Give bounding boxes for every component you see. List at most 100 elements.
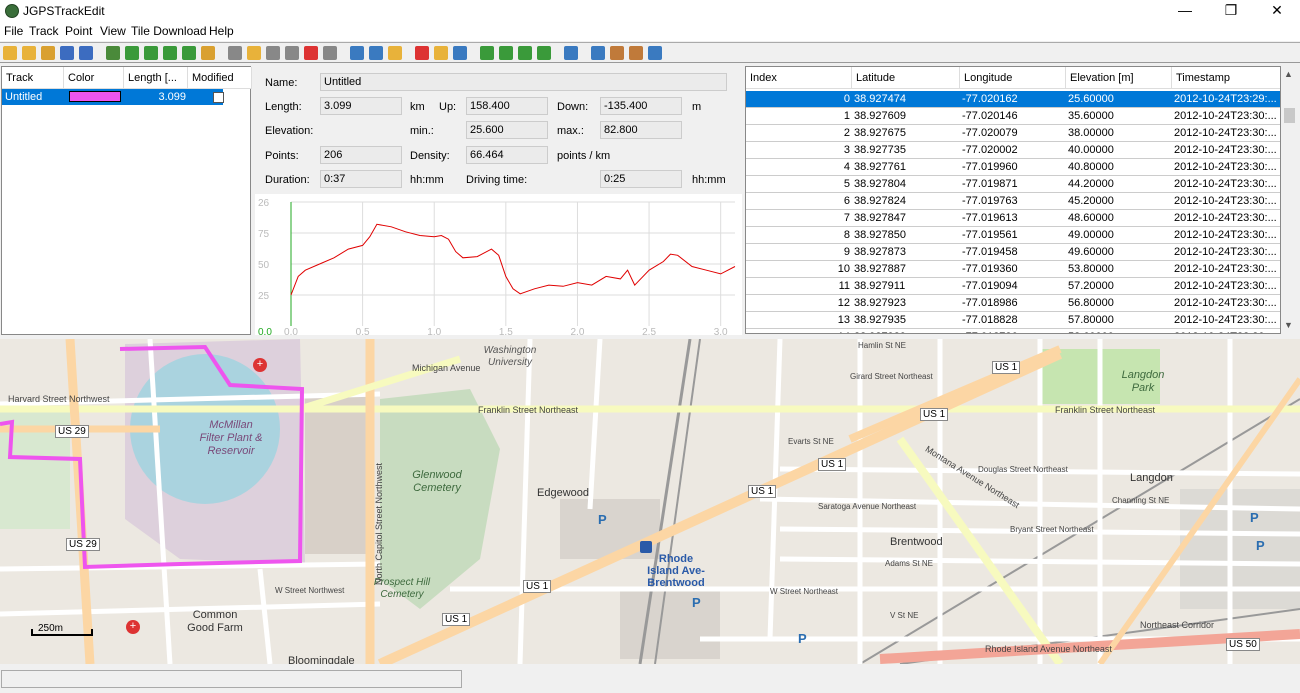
cell-timestamp: 2012-10-24T23:30:... bbox=[1174, 127, 1277, 139]
up-icon[interactable] bbox=[480, 46, 494, 60]
col-timestamp-header[interactable]: Timestamp bbox=[1172, 67, 1280, 89]
track-info-panel: Name: Untitled Length: 3.099 km Up: 158.… bbox=[255, 66, 742, 194]
table-row[interactable]: 9 38.927873 -77.019458 49.60000 2012-10-24T2… bbox=[746, 244, 1280, 261]
scroll-down-arrow[interactable]: ▼ bbox=[1284, 320, 1293, 330]
home-icon[interactable] bbox=[610, 46, 624, 60]
split-icon[interactable] bbox=[144, 46, 158, 60]
home-2-icon[interactable] bbox=[629, 46, 643, 60]
track-color-swatch bbox=[69, 91, 121, 102]
col-color-header[interactable]: Color bbox=[64, 67, 124, 89]
parking-icon-4: P bbox=[1256, 538, 1265, 553]
maximize-button[interactable]: ❐ bbox=[1208, 0, 1254, 22]
edit-icon[interactable] bbox=[247, 46, 261, 60]
table-row[interactable]: 7 38.927847 -77.019613 48.60000 2012-10-24T2… bbox=[746, 210, 1280, 227]
save-icon[interactable] bbox=[60, 46, 74, 60]
table-row[interactable]: 0 38.927474 -77.020162 25.60000 2012-10-24T2… bbox=[746, 91, 1280, 108]
new-icon[interactable] bbox=[3, 46, 17, 60]
table-row[interactable]: 5 38.927804 -77.019871 44.20000 2012-10-24T2… bbox=[746, 176, 1280, 193]
parking-icon-3: P bbox=[1250, 510, 1259, 525]
reverse-icon[interactable] bbox=[125, 46, 139, 60]
cell-elevation: 48.60000 bbox=[1068, 212, 1114, 224]
cell-longitude: -77.019094 bbox=[962, 280, 1018, 292]
col-elevation-header[interactable]: Elevation [m] bbox=[1066, 67, 1172, 89]
table-row[interactable]: 8 38.927850 -77.019561 49.00000 2012-10-24T2… bbox=[746, 227, 1280, 244]
table-row[interactable]: 4 38.927761 -77.019960 40.80000 2012-10-24T2… bbox=[746, 159, 1280, 176]
info-icon[interactable] bbox=[648, 46, 662, 60]
col-index-header[interactable]: Index bbox=[746, 67, 852, 89]
undo-icon[interactable] bbox=[266, 46, 280, 60]
us1-shield-f: US 1 bbox=[992, 361, 1021, 374]
table-row[interactable]: 13 38.927935 -77.018828 57.80000 2012-10-24T… bbox=[746, 312, 1280, 329]
select-icon[interactable] bbox=[106, 46, 120, 60]
map-icon[interactable] bbox=[434, 46, 448, 60]
table-row[interactable]: 11 38.927911 -77.019094 57.20000 2012-10-24T… bbox=[746, 278, 1280, 295]
cell-index: 13 bbox=[837, 314, 850, 326]
cell-latitude: 38.927939 bbox=[854, 331, 958, 333]
table-row[interactable]: 12 38.927923 -77.018986 56.80000 2012-10-24T… bbox=[746, 295, 1280, 312]
table-row[interactable]: 1 38.927609 -77.020146 35.60000 2012-10-24T2… bbox=[746, 108, 1280, 125]
v-street-label: V St NE bbox=[890, 611, 919, 620]
left-icon[interactable] bbox=[537, 46, 551, 60]
scroll-thumb[interactable] bbox=[1284, 108, 1295, 123]
menu-view[interactable]: View bbox=[100, 24, 126, 38]
us1-shield-b: US 1 bbox=[748, 485, 777, 498]
col-track-header[interactable]: Track bbox=[2, 67, 64, 89]
map-view[interactable]: 250m McMillan Filter Plant & Reservoir G… bbox=[0, 339, 1300, 664]
cell-index: 9 bbox=[843, 246, 850, 258]
cell-latitude: 38.927675 bbox=[854, 127, 906, 139]
col-modified-header[interactable]: Modified bbox=[188, 67, 252, 89]
scroll-up-arrow[interactable]: ▲ bbox=[1284, 69, 1293, 79]
table-row[interactable]: 2 38.927675 -77.020079 38.00000 2012-10-24T2… bbox=[746, 125, 1280, 142]
name-field[interactable]: Untitled bbox=[320, 73, 727, 91]
zoom-in-icon[interactable] bbox=[350, 46, 364, 60]
down-icon[interactable] bbox=[518, 46, 532, 60]
track-row[interactable]: Untitled 3.099 bbox=[2, 89, 224, 105]
help-icon[interactable] bbox=[591, 46, 605, 60]
cell-index: 1 bbox=[843, 110, 850, 122]
right-icon[interactable] bbox=[499, 46, 513, 60]
menu-point[interactable]: Point bbox=[65, 24, 92, 38]
col-latitude-header[interactable]: Latitude bbox=[852, 67, 960, 89]
driving-field: 0:25 bbox=[600, 170, 682, 188]
length-label: Length: bbox=[265, 101, 302, 113]
compress-icon[interactable] bbox=[182, 46, 196, 60]
cell-longitude: -77.019561 bbox=[962, 229, 1018, 241]
dot-icon[interactable] bbox=[415, 46, 429, 60]
down-label: Down: bbox=[557, 101, 589, 113]
table-row[interactable]: 3 38.927735 -77.020002 40.00000 2012-10-24T2… bbox=[746, 142, 1280, 159]
menu-tile-download[interactable]: Tile Download bbox=[131, 24, 207, 38]
x-tick-label: 2.5 bbox=[642, 327, 656, 335]
save-as-icon[interactable] bbox=[79, 46, 93, 60]
cell-index: 7 bbox=[843, 212, 850, 224]
cell-latitude: 38.927873 bbox=[854, 246, 906, 258]
col-longitude-header[interactable]: Longitude bbox=[960, 67, 1066, 89]
open-folder-icon[interactable] bbox=[41, 46, 55, 60]
table-row[interactable]: 6 38.927824 -77.019763 45.20000 2012-10-24T2… bbox=[746, 193, 1280, 210]
zoom-out-icon[interactable] bbox=[369, 46, 383, 60]
cut-icon[interactable] bbox=[323, 46, 337, 60]
minimize-button[interactable]: — bbox=[1162, 0, 1208, 22]
table-row[interactable]: 10 38.927887 -77.019360 53.80000 2012-10-24T… bbox=[746, 261, 1280, 278]
delete-point-icon[interactable] bbox=[304, 46, 318, 60]
close-button[interactable]: ✕ bbox=[1254, 0, 1300, 22]
menu-file[interactable]: File bbox=[4, 24, 23, 38]
settings-icon[interactable] bbox=[201, 46, 215, 60]
cell-timestamp: 2012-10-24T23:30:... bbox=[1174, 263, 1277, 275]
min-field: 25.600 bbox=[466, 121, 548, 139]
reservoir-label: McMillan Filter Plant & Reservoir bbox=[199, 419, 263, 457]
open-icon[interactable] bbox=[22, 46, 36, 60]
zoom-fit-icon[interactable] bbox=[388, 46, 402, 60]
modified-checkbox[interactable] bbox=[213, 92, 224, 103]
pen-icon[interactable] bbox=[564, 46, 578, 60]
table-row[interactable]: 14 38.927939 -77.01872658.600002012-10-24T… bbox=[746, 329, 1280, 333]
menu-help[interactable]: Help bbox=[209, 24, 234, 38]
merge-icon[interactable] bbox=[163, 46, 177, 60]
cell-elevation: 40.00000 bbox=[1068, 144, 1114, 156]
cell-latitude: 38.927935 bbox=[854, 314, 906, 326]
anchor-icon[interactable] bbox=[228, 46, 242, 60]
photo-icon[interactable] bbox=[453, 46, 467, 60]
col-length-header[interactable]: Length [... bbox=[124, 67, 188, 89]
points-table-scrollbar[interactable]: ▲ ▼ bbox=[1281, 66, 1298, 334]
add-point-icon[interactable] bbox=[285, 46, 299, 60]
menu-track[interactable]: Track bbox=[29, 24, 59, 38]
